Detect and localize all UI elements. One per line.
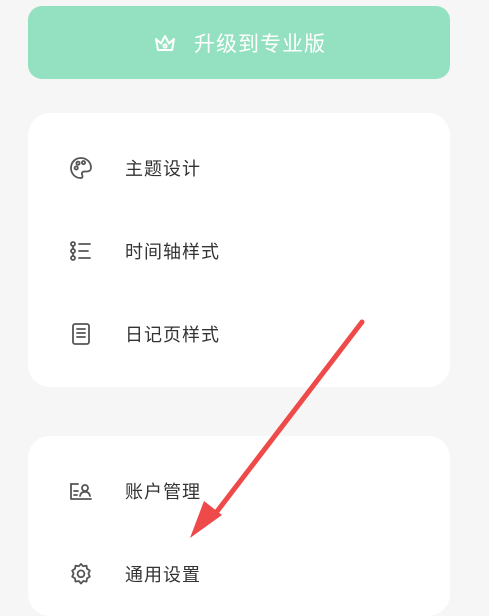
menu-item-account-management[interactable]: 账户管理	[28, 461, 450, 521]
menu-item-label: 账户管理	[125, 482, 201, 503]
journal-page-icon	[68, 321, 94, 347]
settings-card-account: 账户管理 通用设置	[28, 436, 450, 616]
menu-item-general-settings[interactable]: 通用设置	[28, 544, 450, 604]
menu-item-label: 通用设置	[125, 565, 201, 586]
menu-item-label: 主题设计	[125, 159, 201, 180]
settings-card-display: 主题设计 时间轴样式 日记页样式	[28, 113, 450, 387]
account-card-icon	[68, 478, 94, 504]
palette-icon	[68, 155, 94, 181]
upgrade-pro-label: 升级到专业版	[194, 31, 326, 56]
menu-item-label: 日记页样式	[125, 325, 220, 346]
gear-icon	[68, 561, 94, 587]
menu-item-timeline-style[interactable]: 时间轴样式	[28, 221, 450, 281]
timeline-icon	[68, 238, 94, 264]
upgrade-pro-button[interactable]: 升级到专业版	[28, 6, 450, 79]
menu-item-label: 时间轴样式	[125, 242, 220, 263]
crown-icon	[152, 30, 178, 56]
menu-item-journal-page-style[interactable]: 日记页样式	[28, 304, 450, 364]
menu-item-theme-design[interactable]: 主题设计	[28, 138, 450, 198]
